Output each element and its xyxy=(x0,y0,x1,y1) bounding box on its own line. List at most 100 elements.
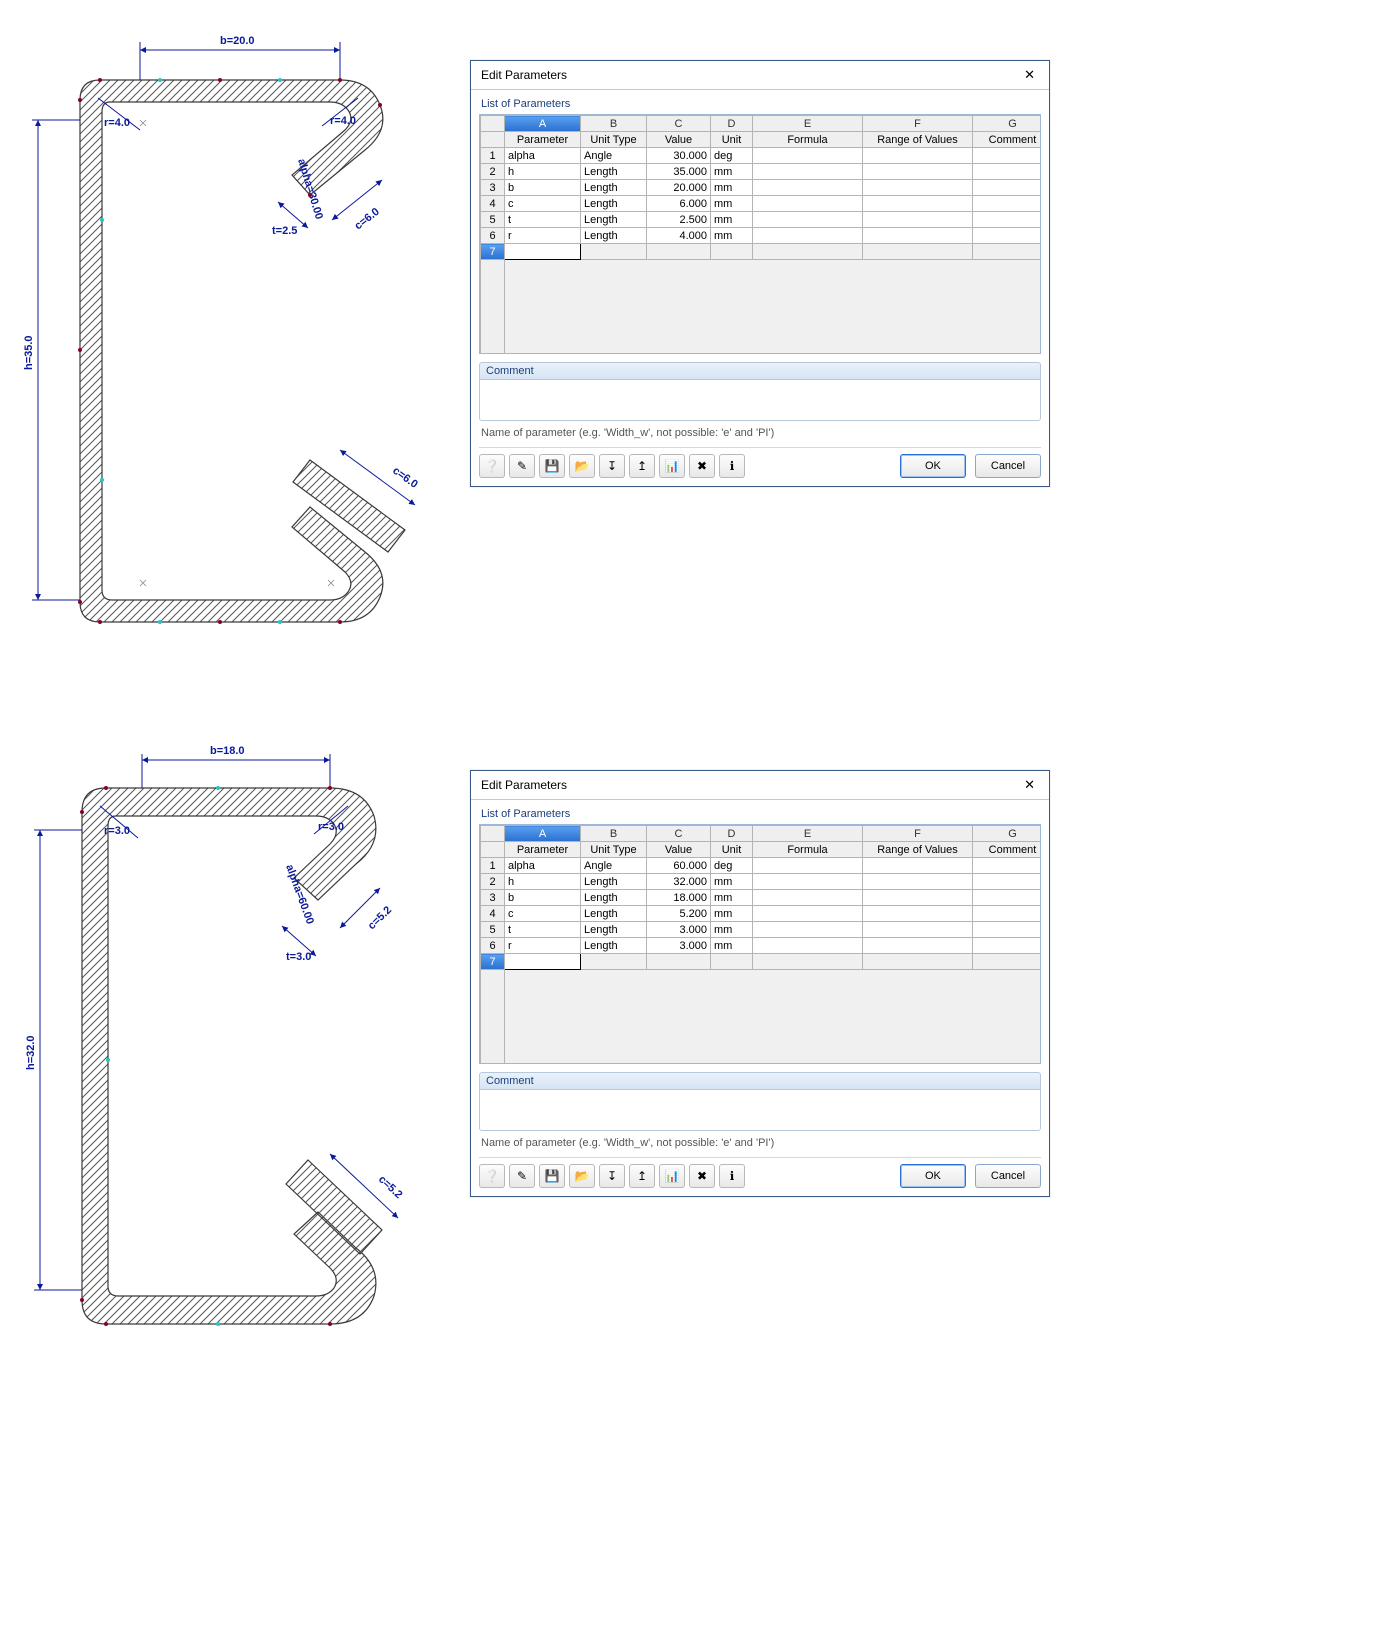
col-range[interactable]: Range of Values xyxy=(863,842,973,858)
edit-icon[interactable]: ✎ xyxy=(509,454,535,478)
list-of-parameters-label: List of Parameters xyxy=(479,806,1041,824)
cancel-button[interactable]: Cancel xyxy=(975,454,1041,478)
col-comment[interactable]: Comment xyxy=(973,132,1041,148)
parameter-name-input[interactable] xyxy=(505,244,581,260)
col-letter-A[interactable]: A xyxy=(505,826,581,842)
import-icon[interactable]: ↧ xyxy=(599,454,625,478)
dim-r1: r=3.0 xyxy=(104,825,130,837)
dim-c1: c=5.2 xyxy=(366,904,394,932)
col-letter-B[interactable]: B xyxy=(581,826,647,842)
info-icon[interactable]: ℹ xyxy=(719,1164,745,1188)
export-icon[interactable]: ↥ xyxy=(629,454,655,478)
parameters-grid[interactable]: A B C D E F G Parameter U xyxy=(479,824,1041,1064)
table-row: 4cLength5.200mm xyxy=(481,906,1041,922)
table-row: 5tLength3.000mm xyxy=(481,922,1041,938)
dim-r2: r=3.0 xyxy=(318,821,344,833)
ok-button[interactable]: OK xyxy=(900,1164,966,1188)
calc-icon[interactable]: 📊 xyxy=(659,454,685,478)
col-formula[interactable]: Formula xyxy=(753,842,863,858)
col-letter-D[interactable]: D xyxy=(711,116,753,132)
table-row: 6rLength4.000mm xyxy=(481,228,1041,244)
edit-parameters-dialog: Edit Parameters ✕ List of Parameters xyxy=(470,60,1050,487)
dim-b: b=20.0 xyxy=(220,35,255,47)
col-unit-type[interactable]: Unit Type xyxy=(581,132,647,148)
col-value[interactable]: Value xyxy=(647,132,711,148)
table-row: 1alphaAngle60.000deg xyxy=(481,858,1041,874)
list-of-parameters-label: List of Parameters xyxy=(479,96,1041,114)
col-parameter[interactable]: Parameter xyxy=(505,842,581,858)
dim-r2: r=4.0 xyxy=(330,115,356,127)
col-unit[interactable]: Unit xyxy=(711,132,753,148)
col-unit-type[interactable]: Unit Type xyxy=(581,842,647,858)
table-row-active: 7 xyxy=(481,954,1041,970)
dim-c2: c=5.2 xyxy=(376,1173,405,1201)
profile-outline xyxy=(80,80,383,622)
col-letter-B[interactable]: B xyxy=(581,116,647,132)
import-icon[interactable]: ↧ xyxy=(599,1164,625,1188)
comment-textarea[interactable] xyxy=(479,1089,1041,1131)
dim-b: b=18.0 xyxy=(210,745,245,757)
dialog-title: Edit Parameters xyxy=(481,778,567,792)
col-letter-E[interactable]: E xyxy=(753,826,863,842)
help-icon[interactable]: ❔ xyxy=(479,1164,505,1188)
delete-icon[interactable]: ✖ xyxy=(689,1164,715,1188)
save-icon[interactable]: 💾 xyxy=(539,1164,565,1188)
dim-c2: c=6.0 xyxy=(390,465,420,491)
col-comment[interactable]: Comment xyxy=(973,842,1041,858)
close-icon[interactable]: ✕ xyxy=(1018,67,1041,83)
col-letter-G[interactable]: G xyxy=(973,826,1041,842)
dim-t: t=2.5 xyxy=(272,225,297,237)
table-row: 1alphaAngle30.000deg xyxy=(481,148,1041,164)
parameter-name-input[interactable] xyxy=(505,954,581,970)
comment-section-label: Comment xyxy=(479,362,1041,379)
ok-button[interactable]: OK xyxy=(900,454,966,478)
open-icon[interactable]: 📂 xyxy=(569,454,595,478)
col-value[interactable]: Value xyxy=(647,842,711,858)
col-unit[interactable]: Unit xyxy=(711,842,753,858)
col-letter-C[interactable]: C xyxy=(647,116,711,132)
dim-h: h=35.0 xyxy=(23,335,35,370)
dim-c1: c=6.0 xyxy=(352,206,381,233)
name-hint: Name of parameter (e.g. 'Width_w', not p… xyxy=(479,1131,1041,1153)
table-row: 3bLength18.000mm xyxy=(481,890,1041,906)
comment-section-label: Comment xyxy=(479,1072,1041,1089)
table-row: 3bLength20.000mm xyxy=(481,180,1041,196)
table-row-active: 7 xyxy=(481,244,1041,260)
info-icon[interactable]: ℹ xyxy=(719,454,745,478)
col-letter-A[interactable]: A xyxy=(505,116,581,132)
col-parameter[interactable]: Parameter xyxy=(505,132,581,148)
section-sketch-1: b=20.0 h=35.0 r=4.0 r=4.0 alpha=30.00 t=… xyxy=(10,20,450,670)
table-row: 4cLength6.000mm xyxy=(481,196,1041,212)
table-row: 2hLength32.000mm xyxy=(481,874,1041,890)
col-formula[interactable]: Formula xyxy=(753,132,863,148)
comment-textarea[interactable] xyxy=(479,379,1041,421)
edit-icon[interactable]: ✎ xyxy=(509,1164,535,1188)
name-hint: Name of parameter (e.g. 'Width_w', not p… xyxy=(479,421,1041,443)
col-letter-G[interactable]: G xyxy=(973,116,1041,132)
dialog-title: Edit Parameters xyxy=(481,68,567,82)
profile-outline xyxy=(82,788,376,1324)
calc-icon[interactable]: 📊 xyxy=(659,1164,685,1188)
col-letter-D[interactable]: D xyxy=(711,826,753,842)
save-icon[interactable]: 💾 xyxy=(539,454,565,478)
table-row: 6rLength3.000mm xyxy=(481,938,1041,954)
close-icon[interactable]: ✕ xyxy=(1018,777,1041,793)
col-letter-C[interactable]: C xyxy=(647,826,711,842)
help-icon[interactable]: ❔ xyxy=(479,454,505,478)
dim-r1: r=4.0 xyxy=(104,117,130,129)
col-letter-E[interactable]: E xyxy=(753,116,863,132)
parameters-grid[interactable]: A B C D E F G Parameter U xyxy=(479,114,1041,354)
table-row: 2hLength35.000mm xyxy=(481,164,1041,180)
col-range[interactable]: Range of Values xyxy=(863,132,973,148)
section-sketch-2: b=18.0 h=32.0 r=3.0 r=3.0 alpha=60.00 t=… xyxy=(10,730,450,1380)
dim-t: t=3.0 xyxy=(286,951,311,963)
open-icon[interactable]: 📂 xyxy=(569,1164,595,1188)
col-letter-F[interactable]: F xyxy=(863,826,973,842)
col-letter-F[interactable]: F xyxy=(863,116,973,132)
table-row: 5tLength2.500mm xyxy=(481,212,1041,228)
dim-h: h=32.0 xyxy=(25,1035,37,1070)
export-icon[interactable]: ↥ xyxy=(629,1164,655,1188)
delete-icon[interactable]: ✖ xyxy=(689,454,715,478)
cancel-button[interactable]: Cancel xyxy=(975,1164,1041,1188)
edit-parameters-dialog: Edit Parameters ✕ List of Parameters xyxy=(470,770,1050,1197)
